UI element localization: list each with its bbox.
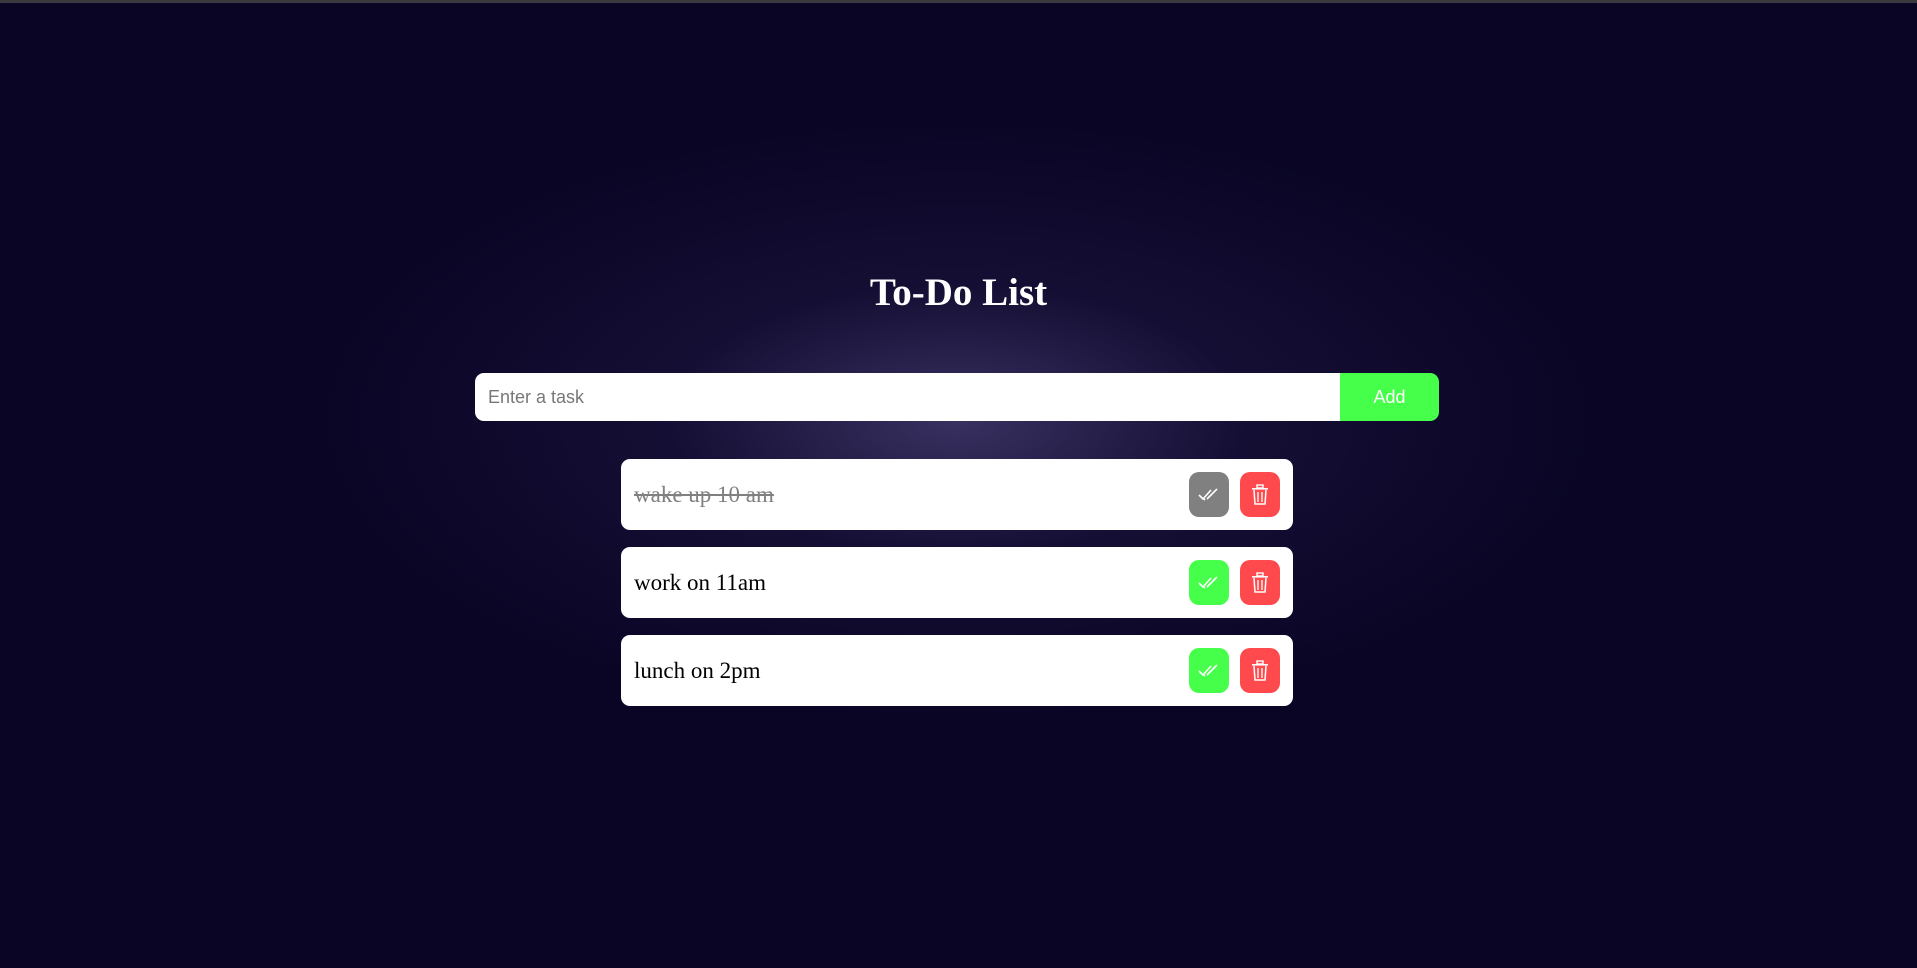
complete-button[interactable] [1189, 472, 1229, 517]
top-border [0, 0, 1917, 3]
complete-button[interactable] [1189, 560, 1229, 605]
delete-button[interactable] [1240, 472, 1280, 517]
trash-icon [1251, 659, 1269, 682]
task-item: wake up 10 am [621, 459, 1293, 530]
task-text: work on 11am [634, 569, 767, 595]
task-item: work on 11am [621, 547, 1293, 618]
task-text: lunch on 2pm [634, 657, 761, 683]
task-item: lunch on 2pm [621, 635, 1293, 706]
trash-icon [1251, 571, 1269, 594]
task-text: wake up 10 am [634, 481, 774, 507]
delete-button[interactable] [1240, 560, 1280, 605]
delete-button[interactable] [1240, 648, 1280, 693]
task-list: wake up 10 am work on 11am lunch on 2pm [621, 459, 1293, 723]
add-button[interactable]: Add [1340, 373, 1439, 421]
task-input[interactable] [475, 373, 1340, 421]
page-title: To-Do List [869, 271, 1048, 314]
double-check-icon [1198, 663, 1220, 679]
trash-icon [1251, 483, 1269, 506]
complete-button[interactable] [1189, 648, 1229, 693]
double-check-icon [1198, 575, 1220, 591]
double-check-icon [1198, 487, 1220, 503]
add-task-form: Add [475, 373, 1439, 421]
